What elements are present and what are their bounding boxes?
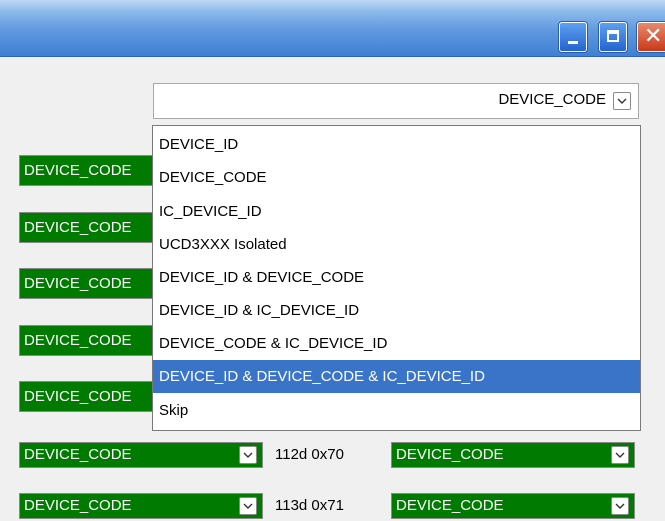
device-identification-select[interactable]: DEVICE_CODE [153, 83, 639, 119]
dropdown-list[interactable]: DEVICE_ID DEVICE_CODE IC_DEVICE_ID UCD3X… [152, 125, 641, 431]
chevron-down-icon[interactable] [611, 497, 629, 515]
close-button[interactable]: ✕ [637, 22, 665, 52]
dropdown-option-all-selected[interactable]: DEVICE_ID & DEVICE_CODE & IC_DEVICE_ID [153, 360, 640, 393]
row-2-left-value: DEVICE_CODE [24, 497, 132, 514]
row-1-left-value: DEVICE_CODE [24, 446, 132, 463]
minimize-button[interactable] [559, 22, 587, 52]
dropdown-option-device-code[interactable]: DEVICE_CODE [153, 161, 640, 194]
row-1-right-select[interactable]: DEVICE_CODE [391, 442, 635, 468]
row-1-address: 112d 0x70 [275, 446, 344, 463]
chevron-down-icon[interactable] [239, 446, 257, 464]
maximize-icon [607, 30, 619, 42]
row-2-address: 113d 0x71 [275, 497, 344, 514]
row-2-right-select[interactable]: DEVICE_CODE [391, 493, 635, 519]
row-2-right-value: DEVICE_CODE [396, 497, 504, 514]
dropdown-option-device-code-and-ic-device-id[interactable]: DEVICE_CODE & IC_DEVICE_ID [153, 327, 640, 360]
row-1-left-select[interactable]: DEVICE_CODE [19, 442, 263, 468]
dropdown-option-device-id[interactable]: DEVICE_ID [153, 128, 640, 161]
dropdown-option-ucd3xxx-isolated[interactable]: UCD3XXX Isolated [153, 228, 640, 261]
dropdown-option-skip[interactable]: Skip [153, 394, 640, 427]
maximize-button[interactable] [599, 22, 627, 52]
chevron-down-icon[interactable] [611, 446, 629, 464]
select-current-value: DEVICE_CODE [498, 91, 606, 108]
window-title-bar[interactable]: ✕ [0, 0, 665, 57]
dropdown-option-ic-device-id[interactable]: IC_DEVICE_ID [153, 195, 640, 228]
row-2-left-select[interactable]: DEVICE_CODE [19, 493, 263, 519]
dropdown-option-device-id-and-device-code[interactable]: DEVICE_ID & DEVICE_CODE [153, 261, 640, 294]
chevron-down-icon[interactable] [239, 497, 257, 515]
minimize-icon [568, 41, 578, 44]
row-1-right-value: DEVICE_CODE [396, 446, 504, 463]
chevron-down-icon[interactable] [613, 92, 631, 110]
dropdown-option-device-id-and-ic-device-id[interactable]: DEVICE_ID & IC_DEVICE_ID [153, 294, 640, 327]
close-icon: ✕ [644, 24, 663, 49]
